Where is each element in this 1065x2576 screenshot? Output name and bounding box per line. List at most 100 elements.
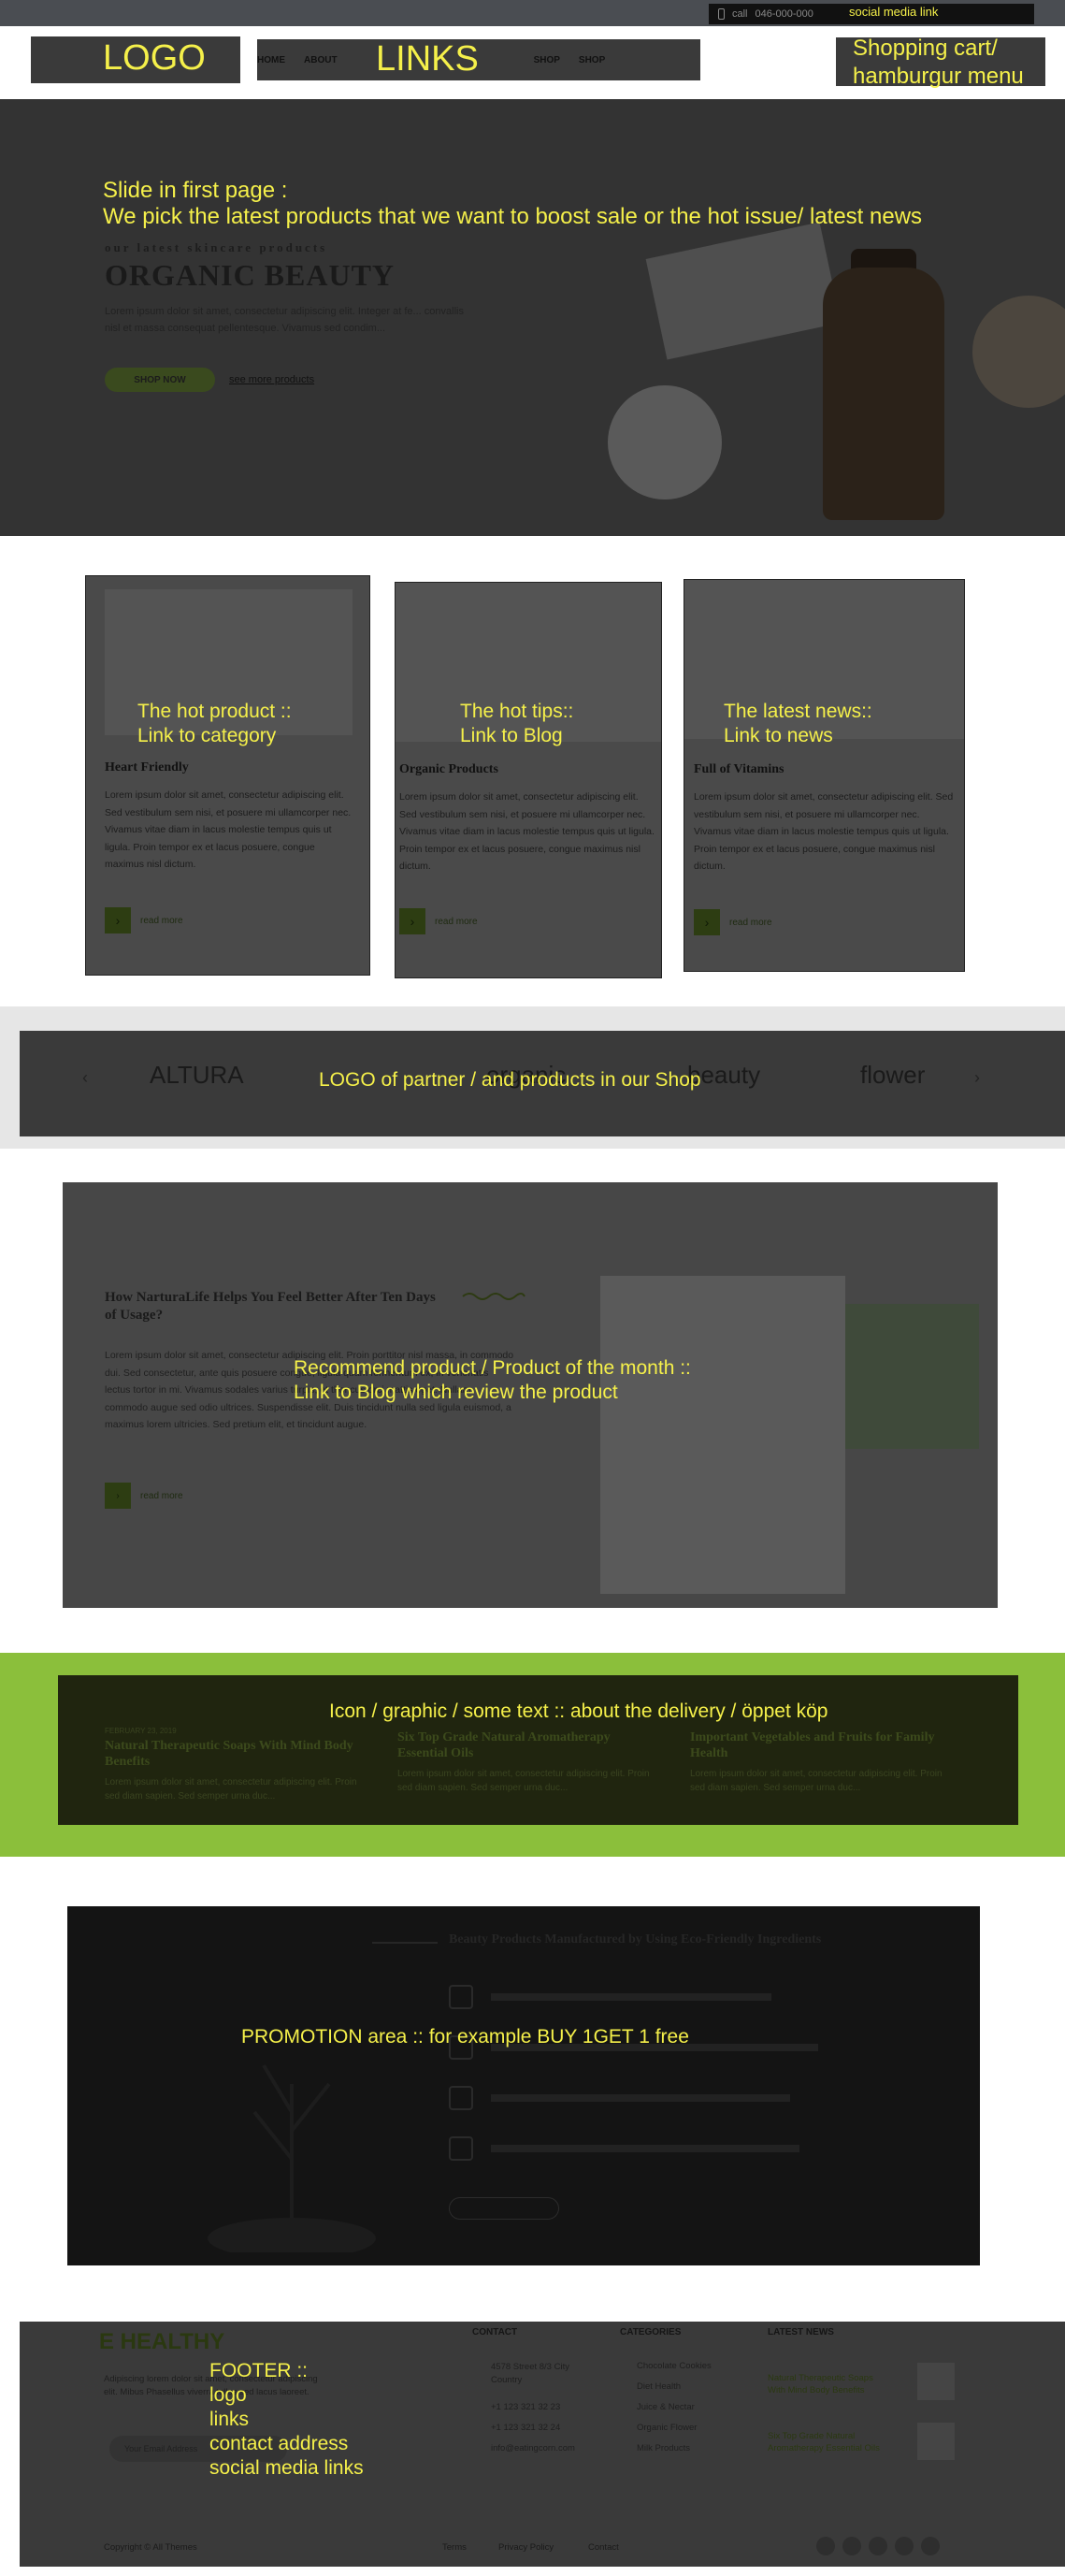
post-title[interactable]: Natural Therapeutic Soaps With Mind Body… xyxy=(105,1738,367,1770)
partner-logo-altura[interactable]: ALTURA xyxy=(150,1061,244,1090)
post-title[interactable]: Important Vegetables and Fruits for Fami… xyxy=(690,1729,952,1761)
card-latest-news[interactable]: Full of Vitamins Lorem ipsum dolor sit a… xyxy=(684,579,965,972)
read-more-label: read more xyxy=(729,917,772,928)
partner-logo-flower[interactable]: flower xyxy=(860,1061,925,1090)
hero-bowl-image xyxy=(972,296,1065,408)
post-item[interactable]: Six Top Grade Natural Aromatherapy Essen… xyxy=(397,1727,659,1795)
read-more-label: read more xyxy=(435,916,478,927)
latest-news-link[interactable]: Six Top Grade Natural Aromatherapy Essen… xyxy=(768,2430,889,2454)
twitter-icon[interactable] xyxy=(895,2537,914,2555)
linkedin-icon[interactable] xyxy=(869,2537,887,2555)
hero-bottle-image xyxy=(823,268,944,520)
phone-number[interactable]: 046-000-000 xyxy=(756,8,813,20)
latest-news-thumb xyxy=(917,2363,955,2400)
logo-annotation: LOGO xyxy=(103,38,206,78)
chevron-right-icon: › xyxy=(399,908,425,934)
card-hot-tips[interactable]: Organic Products Lorem ipsum dolor sit a… xyxy=(395,582,662,978)
promo-heading: Beauty Products Manufactured by Using Ec… xyxy=(449,1932,822,1946)
category-link[interactable]: Milk Products xyxy=(637,2443,690,2453)
box-icon xyxy=(449,2086,473,2110)
post-excerpt: Lorem ipsum dolor sit amet, consectetur … xyxy=(105,1777,357,1802)
carousel-prev-icon[interactable]: ‹ xyxy=(82,1068,88,1088)
post-excerpt: Lorem ipsum dolor sit amet, consectetur … xyxy=(690,1769,943,1793)
card-2-annotation: The hot tips:: Link to Blog xyxy=(460,701,574,746)
hero-annotation: Slide in first page : We pick the latest… xyxy=(103,178,923,229)
cart-icon xyxy=(449,2136,473,2161)
nav-shop-2[interactable]: SHOP xyxy=(579,55,605,65)
category-link[interactable]: Chocolate Cookies xyxy=(637,2361,712,2371)
nav-about[interactable]: ABOUT xyxy=(304,55,338,65)
card-title: Heart Friendly xyxy=(105,760,189,774)
read-more-link[interactable]: › read more xyxy=(399,908,478,934)
carousel-next-icon[interactable]: › xyxy=(974,1068,980,1088)
read-more-link[interactable]: › read more xyxy=(694,909,772,935)
post-excerpt: Lorem ipsum dolor sit amet, consectetur … xyxy=(397,1769,650,1793)
latest-news-heading: LATEST NEWS xyxy=(768,2327,834,2337)
facebook-icon[interactable] xyxy=(816,2537,835,2555)
promo-button[interactable] xyxy=(449,2197,559,2220)
category-link[interactable]: Organic Flower xyxy=(637,2423,697,2433)
card-text: Lorem ipsum dolor sit amet, consectetur … xyxy=(399,791,655,872)
read-more-label: read more xyxy=(140,1490,183,1501)
promo-feature-line xyxy=(491,1993,771,2001)
partners-annotation: LOGO of partner / and products in our Sh… xyxy=(319,1069,701,1091)
wave-divider-icon xyxy=(462,1293,525,1300)
nav-home[interactable]: HOME xyxy=(257,55,285,65)
promo-divider xyxy=(372,1942,438,1944)
post-date: FEBRUARY 23, 2019 xyxy=(105,1727,177,1735)
contact-heading: CONTACT xyxy=(472,2327,518,2337)
read-more-label: read more xyxy=(140,915,183,926)
contact-address: 4578 Street 8/3 City Country xyxy=(491,2362,569,2385)
category-link[interactable]: Juice & Nectar xyxy=(637,2402,695,2412)
contact-email[interactable]: info@eatingcorn.com xyxy=(491,2443,575,2453)
chevron-right-icon: › xyxy=(105,907,131,933)
recommend-annotation: Recommend product / Product of the month… xyxy=(294,1357,691,1403)
contact-phone-2[interactable]: +1 123 321 32 24 xyxy=(491,2423,560,2433)
category-link[interactable]: Diet Health xyxy=(637,2381,681,2392)
footer-link-terms[interactable]: Terms xyxy=(442,2542,467,2553)
plant-image xyxy=(208,2063,376,2252)
post-title[interactable]: Six Top Grade Natural Aromatherapy Essen… xyxy=(397,1729,659,1761)
hero-title: ORGANIC BEAUTY xyxy=(105,258,396,292)
call-label: call xyxy=(732,8,748,20)
latest-news-link[interactable]: Natural Therapeutic Soaps With Mind Body… xyxy=(768,2372,889,2396)
card-3-annotation: The latest news:: Link to news xyxy=(724,701,872,746)
read-more-link[interactable]: › read more xyxy=(105,1483,183,1509)
promo-feature-line xyxy=(491,2145,799,2152)
see-more-link[interactable]: see more products xyxy=(229,374,314,385)
post-item[interactable]: Important Vegetables and Fruits for Fami… xyxy=(690,1727,952,1795)
main-nav: HOME ABOUT SHOP SHOP xyxy=(257,39,700,80)
latest-news-thumb xyxy=(917,2423,955,2460)
shop-now-button[interactable]: SHOP NOW xyxy=(105,368,215,392)
hero-towel-image xyxy=(645,222,842,360)
social-media-annotation: social media link xyxy=(849,5,939,19)
footer-link-privacy[interactable]: Privacy Policy xyxy=(498,2542,554,2553)
card-title: Organic Products xyxy=(399,762,498,776)
contact-phone[interactable]: +1 123 321 32 23 xyxy=(491,2402,560,2412)
copyright: Copyright © All Themes xyxy=(104,2542,197,2553)
footer-link-contact[interactable]: Contact xyxy=(588,2542,619,2553)
chevron-right-icon: › xyxy=(105,1483,131,1509)
card-1-annotation: The hot product :: Link to category xyxy=(137,701,292,746)
cart-annotation: Shopping cart/ hamburgur menu xyxy=(853,36,1024,89)
phone-icon xyxy=(718,8,725,20)
youtube-icon[interactable] xyxy=(921,2537,940,2555)
card-text: Lorem ipsum dolor sit amet, consectetur … xyxy=(694,791,954,872)
promo-feature-line xyxy=(491,2094,790,2102)
nav-shop[interactable]: SHOP xyxy=(534,55,560,65)
links-annotation: LINKS xyxy=(376,39,479,79)
chevron-right-icon: › xyxy=(694,909,720,935)
read-more-link[interactable]: › read more xyxy=(105,907,183,933)
hero-candle-image xyxy=(608,385,722,499)
recommend-title: How NarturaLife Helps You Feel Better Af… xyxy=(105,1290,436,1323)
post-item[interactable]: FEBRUARY 23, 2019 Natural Therapeutic So… xyxy=(105,1727,367,1803)
recommend-bottle-image xyxy=(600,1276,845,1594)
footer: E HEALTHY Adipiscing lorem dolor sit ame… xyxy=(20,2322,1065,2567)
footer-annotation: FOOTER :: logo links contact address soc… xyxy=(209,2360,364,2479)
card-hot-product[interactable]: Heart Friendly Lorem ipsum dolor sit ame… xyxy=(85,575,370,976)
categories-heading: CATEGORIES xyxy=(620,2327,682,2337)
card-title: Full of Vitamins xyxy=(694,762,784,776)
instagram-icon[interactable] xyxy=(842,2537,861,2555)
promo-annotation: PROMOTION area :: for example BUY 1GET 1… xyxy=(241,2026,689,2048)
footer-logo[interactable]: E HEALTHY xyxy=(99,2329,224,2355)
